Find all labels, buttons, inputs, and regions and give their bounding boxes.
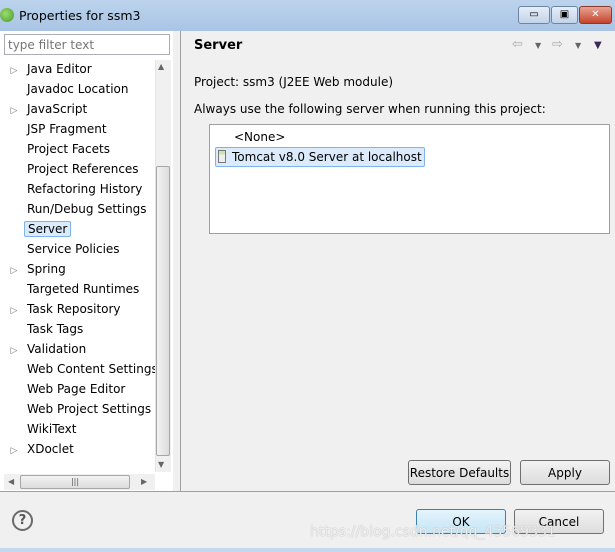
tree-item-label: Server — [24, 221, 72, 237]
tree-item[interactable]: Targeted Runtimes — [4, 280, 142, 298]
tree-item-label: Validation — [27, 342, 87, 356]
filter-input[interactable] — [4, 34, 170, 55]
tree-item[interactable]: Web Content Settings — [4, 360, 161, 378]
tree-item-label: Project References — [27, 162, 139, 176]
tree-item-label: Targeted Runtimes — [27, 282, 140, 296]
tree-item[interactable]: ▷ XDoclet — [4, 440, 77, 458]
spring-logo-icon — [0, 8, 14, 22]
tree-item-label: Javadoc Location — [27, 82, 129, 96]
option-label: <None> — [234, 130, 286, 144]
tree-item[interactable]: Server — [4, 220, 72, 238]
maximize-button[interactable]: ▣ — [551, 6, 578, 24]
tree-item[interactable]: ▷ JavaScript — [4, 100, 90, 118]
view-menu-icon[interactable]: ▼ — [594, 40, 602, 51]
tree-item[interactable]: Refactoring History — [4, 180, 145, 198]
tree-item-label: Java Editor — [27, 62, 92, 76]
server-list[interactable]: <None> Tomcat v8.0 Server at localhost — [209, 124, 610, 234]
tree-item-label: XDoclet — [27, 442, 74, 456]
tree-item[interactable]: ▷ Java Editor — [4, 60, 95, 78]
tree-item-label: Task Tags — [27, 322, 84, 336]
tree-item-label: Web Content Settings — [27, 362, 158, 376]
vertical-scroll-thumb[interactable] — [156, 166, 170, 456]
expand-arrow-icon[interactable]: ▷ — [4, 302, 24, 320]
tree-item[interactable]: Javadoc Location — [4, 80, 131, 98]
tree-item[interactable]: Project Facets — [4, 140, 113, 158]
tree-item[interactable]: ▷ Spring — [4, 260, 69, 278]
tree-item-label: Refactoring History — [27, 182, 143, 196]
close-button[interactable]: ✕ — [579, 6, 612, 24]
tree-item-label: WikiText — [27, 422, 77, 436]
tree-item-label: JSP Fragment — [27, 122, 107, 136]
tree-item[interactable]: ▷ Task Repository — [4, 300, 124, 318]
tree-item-label: JavaScript — [27, 102, 88, 116]
expand-arrow-icon[interactable]: ▷ — [4, 102, 24, 120]
tree-item-label: Project Facets — [27, 142, 110, 156]
window-bottom-border — [0, 548, 615, 552]
expand-arrow-icon[interactable]: ▷ — [4, 262, 24, 280]
restore-defaults-button[interactable]: Restore Defaults — [408, 460, 511, 485]
expand-arrow-icon[interactable]: ▷ — [4, 62, 24, 80]
tree-item-label: Web Project Settings — [27, 402, 152, 416]
tree-item[interactable]: Web Project Settings — [4, 400, 154, 418]
page-title: Server — [194, 38, 243, 53]
tree-item[interactable]: JSP Fragment — [4, 120, 110, 138]
tree-item-label: Task Repository — [27, 302, 121, 316]
tree-item[interactable]: Run/Debug Settings — [4, 200, 150, 218]
footer-separator — [0, 491, 615, 492]
server-option-none[interactable]: <None> — [234, 128, 285, 148]
tree-item[interactable]: Project References — [4, 160, 142, 178]
server-option-tomcat[interactable]: Tomcat v8.0 Server at localhost — [215, 147, 425, 167]
help-icon[interactable]: ? — [12, 510, 33, 531]
tree-item[interactable]: ▷ Validation — [4, 340, 89, 358]
apply-button[interactable]: Apply — [520, 460, 610, 485]
tree-item-label: Service Policies — [27, 242, 120, 256]
tree-item[interactable]: Web Page Editor — [4, 380, 128, 398]
back-arrow-icon[interactable]: ⇦ — [512, 37, 523, 52]
project-label: Project: ssm3 (J2EE Web module) — [194, 75, 394, 89]
instruction-label: Always use the following server when run… — [194, 102, 546, 116]
expand-arrow-icon[interactable]: ▷ — [4, 442, 24, 460]
forward-arrow-icon[interactable]: ⇨ — [552, 37, 563, 52]
horizontal-scroll-thumb[interactable]: ||| — [20, 475, 130, 489]
server-icon — [218, 150, 226, 163]
tree-item-label: Web Page Editor — [27, 382, 126, 396]
scroll-right-icon[interactable]: ▶ — [141, 477, 147, 486]
tree-item[interactable]: Service Policies — [4, 240, 123, 258]
watermark: https://blog.csdn.net/qq_43569331 — [310, 524, 556, 540]
scroll-up-icon[interactable]: ▲ — [158, 62, 164, 71]
minimize-button[interactable]: ▭ — [518, 6, 550, 24]
tree-item-label: Run/Debug Settings — [27, 202, 147, 216]
panel-divider[interactable] — [180, 31, 181, 491]
window-title: Properties for ssm3 — [19, 8, 141, 23]
back-menu-icon[interactable]: ▼ — [535, 41, 541, 50]
scroll-left-icon[interactable]: ◀ — [8, 477, 14, 486]
tree-item[interactable]: Task Tags — [4, 320, 86, 338]
tree-item-label: Spring — [27, 262, 66, 276]
forward-menu-icon[interactable]: ▼ — [575, 41, 581, 50]
tree-item[interactable]: WikiText — [4, 420, 80, 438]
expand-arrow-icon[interactable]: ▷ — [4, 342, 24, 360]
option-label: Tomcat v8.0 Server at localhost — [232, 150, 422, 164]
scroll-down-icon[interactable]: ▼ — [158, 460, 164, 469]
